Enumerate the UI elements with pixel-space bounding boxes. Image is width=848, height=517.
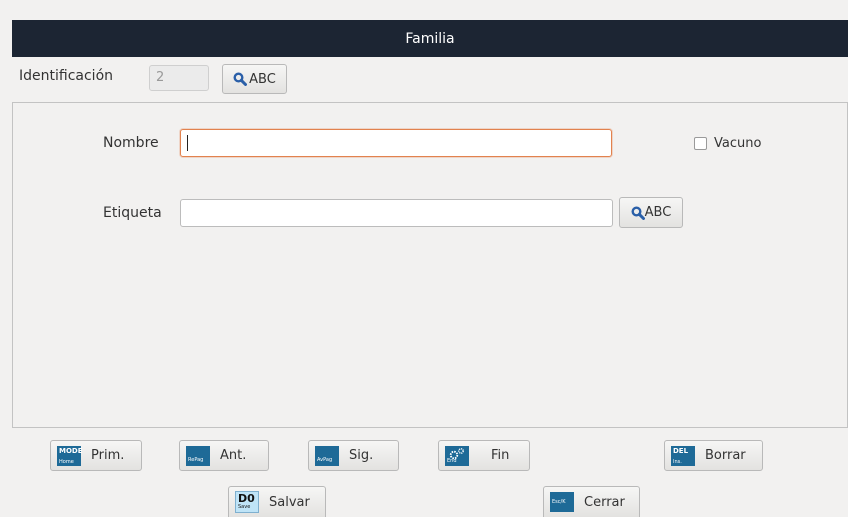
ant-label: Ant. [220, 448, 247, 463]
id-search-label: ABC [249, 71, 276, 87]
vacuno-label: Vacuno [714, 136, 762, 151]
gears-icon: End [445, 445, 469, 466]
text-caret [187, 135, 188, 151]
search-icon [631, 206, 645, 220]
search-icon [233, 72, 248, 86]
fin-button[interactable]: End Fin [438, 440, 530, 471]
etiqueta-input[interactable] [180, 199, 613, 227]
vacuno-checkbox[interactable] [694, 137, 707, 150]
prim-label: Prim. [91, 448, 125, 463]
cerrar-button[interactable]: Esc/K Cerrar [543, 486, 640, 517]
nombre-label: Nombre [103, 135, 159, 151]
sig-label: Sig. [349, 448, 374, 463]
ant-button[interactable]: RePag Ant. [179, 440, 269, 471]
salvar-label: Salvar [269, 494, 310, 510]
save-key-icon: D0 Save [235, 491, 259, 513]
sig-button[interactable]: AvPag Sig. [308, 440, 399, 471]
identificacion-label: Identificación [19, 68, 114, 84]
prim-button[interactable]: MODE Home Prim. [50, 440, 142, 471]
salvar-button[interactable]: D0 Save Salvar [228, 486, 326, 517]
fin-label: Fin [491, 448, 510, 463]
window-title: Familia [405, 30, 455, 47]
etiqueta-label: Etiqueta [103, 205, 162, 221]
repag-key-icon: RePag [186, 445, 210, 466]
del-ins-key-icon: DEL Ins. [671, 445, 695, 466]
etiqueta-search-button[interactable]: ABC [619, 197, 683, 228]
etiqueta-search-label: ABC [644, 205, 672, 220]
identificacion-field: 2 [149, 65, 209, 91]
mode-home-key-icon: MODE Home [57, 445, 83, 466]
borrar-label: Borrar [705, 448, 746, 463]
id-search-button[interactable]: ABC [222, 64, 287, 94]
nombre-input[interactable] [180, 129, 612, 157]
avpag-key-icon: AvPag [315, 445, 339, 466]
window-titlebar: Familia [12, 20, 848, 57]
borrar-button[interactable]: DEL Ins. Borrar [664, 440, 763, 471]
esc-key-icon: Esc/K [550, 492, 574, 512]
cerrar-label: Cerrar [584, 494, 625, 510]
